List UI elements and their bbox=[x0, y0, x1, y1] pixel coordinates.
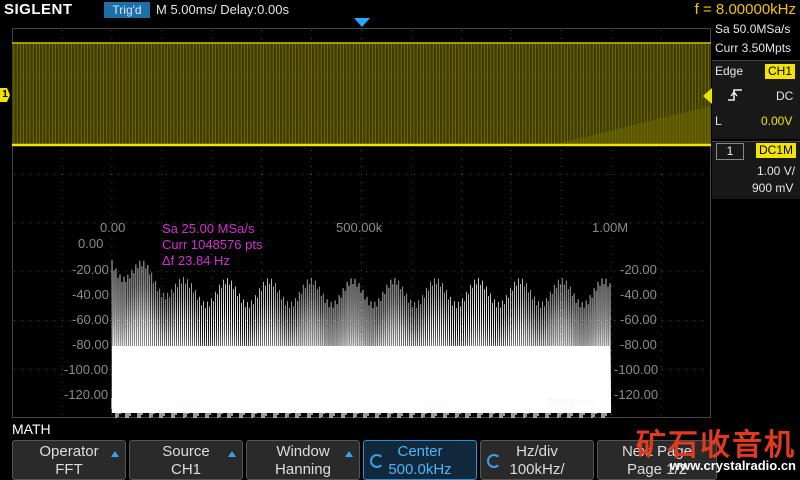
fft-y-tick-left: -100.00 bbox=[64, 362, 109, 377]
ch1-offset-marker-icon[interactable]: 1 bbox=[0, 88, 10, 102]
softkey-value: 100kHz/ bbox=[509, 461, 565, 478]
fft-y-tick-right: -40.00 bbox=[620, 287, 657, 302]
channel-offset: 900 mV bbox=[752, 181, 794, 195]
fft-y-tick-left: -80.00 bbox=[72, 337, 109, 352]
softkey-title: Source bbox=[162, 443, 210, 460]
trigger-slope-label: L bbox=[715, 114, 722, 128]
fft-y-tick-left: -20.00 bbox=[72, 262, 109, 277]
fft-spectrum bbox=[111, 259, 612, 418]
fft-y-tick-right: -20.00 bbox=[620, 262, 657, 277]
trigger-position-marker-icon[interactable] bbox=[354, 18, 370, 27]
softkey-title: Center bbox=[397, 443, 443, 460]
softkey-title: Hz/div bbox=[516, 443, 558, 460]
up-arrow-icon bbox=[228, 451, 236, 457]
fft-y-tick-right: -100.00 bbox=[614, 362, 659, 377]
fft-x-tick-0: 0.00 bbox=[100, 220, 126, 235]
fft-x-tick-1: 500.00k bbox=[336, 220, 383, 235]
trigger-level-value: 0.00V bbox=[761, 114, 793, 128]
window-softkey[interactable]: Window Hanning bbox=[246, 440, 360, 480]
rising-edge-icon bbox=[728, 89, 742, 101]
hz-per-div-softkey[interactable]: Hz/div 100kHz/ bbox=[480, 440, 594, 480]
sample-rate-readout: Sa 50.0MSa/s bbox=[715, 22, 791, 36]
center-softkey[interactable]: Center 500.0kHz bbox=[363, 440, 477, 480]
trigger-level-marker-icon[interactable] bbox=[703, 88, 712, 104]
fft-y-tick-left: -120.00 bbox=[64, 387, 109, 402]
fft-y-tick-right: -120.00 bbox=[614, 387, 659, 402]
up-arrow-icon bbox=[345, 451, 353, 457]
math-menu-title: MATH bbox=[12, 421, 51, 437]
operator-softkey[interactable]: Operator FFT bbox=[12, 440, 126, 480]
softkey-title: Window bbox=[276, 443, 330, 460]
fft-points: Curr 1048576 pts bbox=[162, 237, 263, 252]
frequency-counter: f = 8.00000kHz bbox=[694, 1, 796, 18]
fft-y-tick-right: -80.00 bbox=[620, 337, 657, 352]
watermark-url: www.crystalradio.cn bbox=[670, 458, 796, 473]
channel-scale: 1.00 V/ bbox=[757, 164, 796, 178]
fft-y-tick-right: -60.00 bbox=[620, 312, 657, 327]
ch1-waveform bbox=[12, 42, 711, 147]
softkey-value: CH1 bbox=[170, 461, 201, 478]
softkey-value: 500.0kHz bbox=[388, 461, 452, 478]
softkey-title: Operator bbox=[39, 443, 99, 460]
softkey-value: Hanning bbox=[275, 461, 331, 478]
fft-y-tick-left: -60.00 bbox=[72, 312, 109, 327]
softkey-value: FFT bbox=[55, 461, 83, 478]
channel-coupling-badge: DC1M bbox=[756, 143, 797, 158]
fft-resolution: Δf 23.84 Hz bbox=[162, 253, 230, 268]
channel-number-badge: 1 bbox=[716, 143, 744, 160]
fft-y-tick-left: 0.00 bbox=[78, 236, 104, 251]
trigger-coupling: DC bbox=[776, 89, 794, 103]
brand-logo: SIGLENT bbox=[4, 1, 73, 18]
trigger-source-badge: CH1 bbox=[765, 64, 796, 79]
up-arrow-icon bbox=[111, 451, 119, 457]
memory-depth-readout: Curr 3.50Mpts bbox=[715, 41, 792, 55]
fft-y-tick-left: -40.00 bbox=[72, 287, 109, 302]
timebase-readout[interactable]: M 5.00ms/ Delay:0.00s bbox=[156, 2, 289, 17]
source-softkey[interactable]: Source CH1 bbox=[129, 440, 243, 480]
trigger-status-badge: Trig'd bbox=[104, 2, 150, 18]
fft-x-tick-2: 1.00M bbox=[592, 220, 629, 235]
trigger-type-label: Edge bbox=[715, 64, 744, 78]
fft-sample-rate: Sa 25.00 MSa/s bbox=[162, 221, 255, 236]
